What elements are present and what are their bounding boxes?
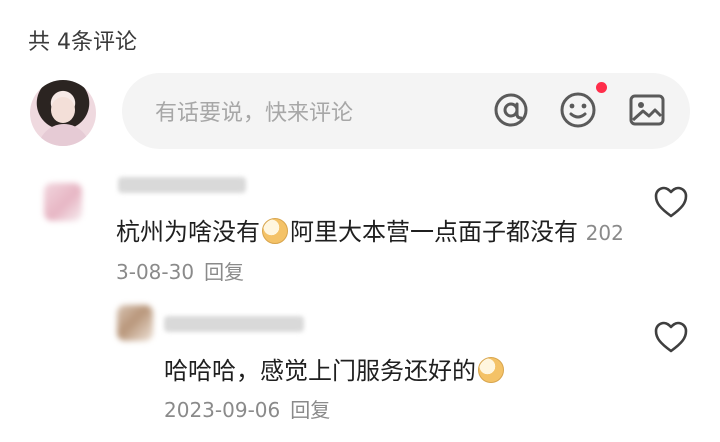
notification-dot bbox=[596, 82, 607, 93]
comment-count: 共 4条评论 bbox=[28, 30, 137, 55]
avatar-body bbox=[38, 124, 90, 146]
emoji-icon-svg bbox=[560, 92, 596, 128]
comment-input-placeholder: 有话要说，快来评论 bbox=[155, 101, 354, 126]
comment2-reply-button[interactable]: 回复 bbox=[290, 398, 330, 422]
comment1-text-part2: 阿里大本营一点面子都没有 bbox=[290, 218, 578, 246]
comment1: 杭州为啥没有 阿里大本营一点面子都没有 2023-08-30 回复 bbox=[116, 213, 636, 291]
image-icon[interactable] bbox=[627, 90, 667, 130]
comment2-date: 2023-09-06 bbox=[164, 398, 281, 422]
comment2: 哈哈哈，感觉上门服务还好的 bbox=[164, 352, 506, 390]
like-heart-icon[interactable] bbox=[652, 183, 690, 221]
at-icon-svg bbox=[494, 93, 528, 127]
comment1-avatar[interactable] bbox=[44, 183, 82, 221]
image-icon-svg bbox=[629, 94, 665, 126]
heart-icon-svg bbox=[654, 321, 688, 353]
comment2-text: 哈哈哈，感觉上门服务还好的 bbox=[164, 357, 476, 385]
comment2-meta: 2023-09-06 回复 bbox=[164, 394, 330, 423]
my-avatar[interactable] bbox=[30, 80, 96, 146]
comment1-username-blurred bbox=[118, 177, 246, 193]
emoji-icon[interactable] bbox=[558, 90, 598, 130]
comment1-reply-button[interactable]: 回复 bbox=[204, 260, 244, 284]
avatar-face bbox=[51, 97, 75, 123]
at-icon[interactable] bbox=[491, 90, 531, 130]
heart-icon-svg bbox=[654, 186, 688, 218]
comment2-username-blurred bbox=[164, 316, 304, 332]
shy-emoji-icon bbox=[478, 357, 504, 383]
crying-emoji-icon bbox=[262, 218, 288, 244]
comment2-avatar[interactable] bbox=[117, 305, 153, 341]
like-heart-icon[interactable] bbox=[652, 318, 690, 356]
comment1-text-part1: 杭州为啥没有 bbox=[116, 218, 260, 246]
